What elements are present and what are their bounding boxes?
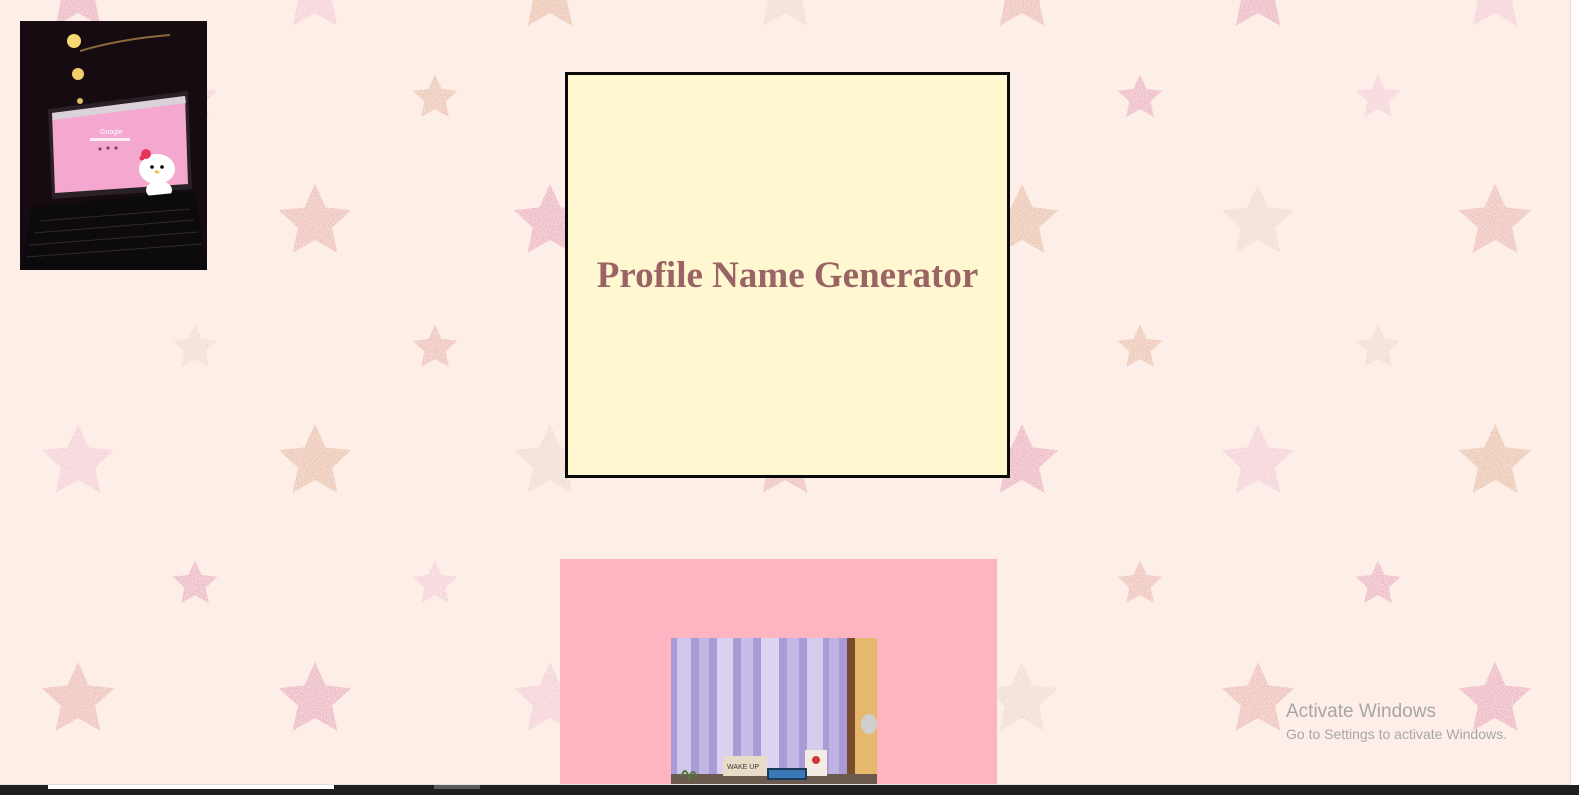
glitter-star-icon: [1221, 662, 1295, 731]
glitter-star-icon: [985, 0, 1059, 26]
title-card: Profile Name Generator: [565, 72, 1010, 478]
glitter-star-icon: [1117, 74, 1163, 118]
glitter-star-icon: [1221, 0, 1295, 26]
glitter-star-icon: [172, 324, 218, 368]
glitter-star-icon: [1117, 560, 1163, 604]
pink-image-panel: WAKE UP: [560, 559, 997, 784]
glitter-star-icon: [412, 324, 458, 368]
glitter-star-icon: [41, 424, 115, 493]
glitter-star-icon: [278, 0, 352, 26]
page-title: Profile Name Generator: [596, 254, 979, 296]
glitter-star-icon: [1355, 560, 1401, 604]
glitter-star-icon: [412, 74, 458, 118]
glitter-star-icon: [278, 184, 352, 253]
laptop-photo: Google: [20, 21, 207, 270]
glitter-star-icon: [172, 560, 218, 604]
svg-text:Google: Google: [100, 129, 123, 136]
glitter-star-icon: [1221, 424, 1295, 493]
glitter-star-icon: [748, 0, 822, 26]
glitter-star-icon: [278, 662, 352, 731]
desk-photo: WAKE UP: [671, 638, 877, 784]
watermark-subtitle: Go to Settings to activate Windows.: [1286, 726, 1507, 742]
glitter-star-icon: [1117, 324, 1163, 368]
glitter-star-icon: [1355, 324, 1401, 368]
glitter-star-icon: [41, 662, 115, 731]
page-body: Google Profile Name Generator WAKE UP Ac…: [0, 0, 1571, 785]
activate-windows-watermark: Activate Windows Go to Settings to activ…: [1286, 700, 1507, 744]
taskbar-strip: [0, 785, 1579, 795]
glitter-star-icon: [1458, 0, 1532, 26]
glitter-star-icon: [1221, 184, 1295, 253]
glitter-star-icon: [1458, 424, 1532, 493]
glitter-star-icon: [1458, 184, 1532, 253]
svg-text:WAKE UP: WAKE UP: [727, 764, 759, 771]
glitter-star-icon: [412, 560, 458, 604]
glitter-star-icon: [278, 424, 352, 493]
glitter-star-icon: [1355, 74, 1401, 118]
watermark-title: Activate Windows: [1286, 701, 1436, 722]
glitter-star-icon: [513, 0, 587, 26]
